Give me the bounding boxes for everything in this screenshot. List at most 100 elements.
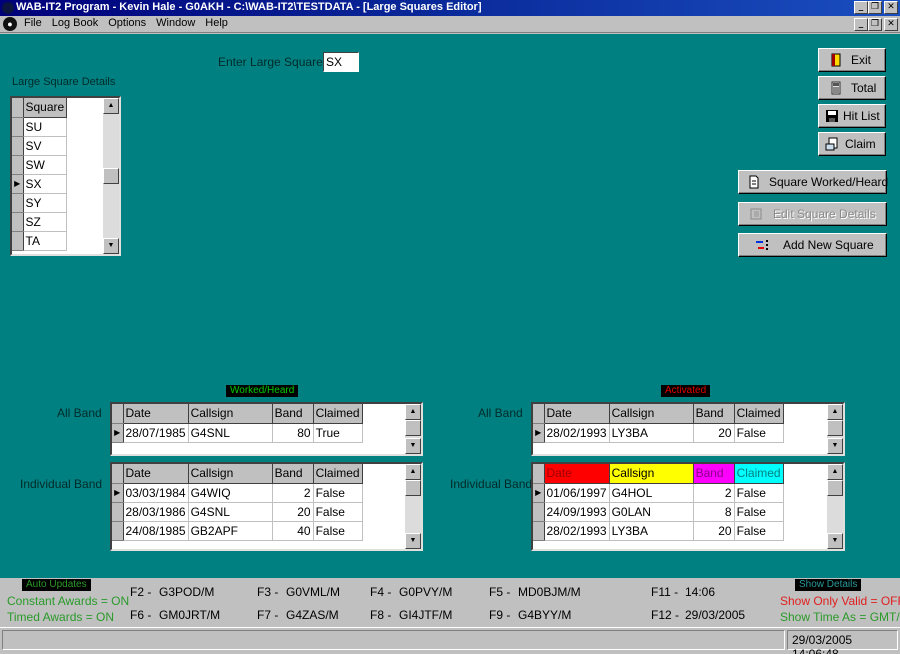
column-header-claimed[interactable]: Claimed — [313, 464, 363, 484]
hotkey-value[interactable]: MD0BJM/M — [518, 585, 581, 599]
square-cell[interactable]: SZ — [23, 212, 68, 232]
menu-log-book[interactable]: Log Book — [52, 17, 98, 29]
hotkey-value[interactable]: 14:06 — [685, 585, 715, 599]
row-selector[interactable]: ▶ — [533, 483, 545, 503]
column-header-callsign[interactable]: Callsign — [609, 404, 694, 424]
scroll-thumb[interactable] — [405, 480, 421, 496]
date-cell[interactable]: 28/02/1993 — [544, 423, 610, 443]
column-header-date[interactable]: Date — [544, 404, 610, 424]
callsign-cell[interactable]: G0LAN — [609, 502, 694, 522]
column-header-claimed[interactable]: Claimed — [734, 464, 784, 484]
callsign-cell[interactable]: LY3BA — [609, 423, 694, 443]
close-button[interactable]: ✕ — [884, 1, 898, 14]
claim-button[interactable]: Claim — [818, 132, 886, 156]
row-selector[interactable] — [533, 521, 545, 541]
callsign-cell[interactable]: G4WIQ — [188, 483, 273, 503]
column-header-date[interactable]: Date — [544, 464, 610, 484]
square-row[interactable]: SU — [12, 117, 68, 137]
app-icon[interactable] — [2, 2, 14, 14]
column-header-callsign[interactable]: Callsign — [609, 464, 694, 484]
worked-individual-band-grid[interactable]: Date Callsign Band Claimed ▶ 03/03/1984 G4WIQ 2… — [110, 462, 423, 551]
square-row[interactable]: SZ — [12, 212, 68, 232]
worked-individual-scrollbar[interactable]: ▲ ▼ — [405, 464, 421, 549]
column-header-square[interactable]: Square — [23, 98, 68, 118]
date-cell[interactable]: 28/07/1985 — [123, 423, 189, 443]
row-selector[interactable]: ▶ — [112, 423, 124, 443]
row-selector[interactable] — [12, 117, 24, 137]
claimed-cell[interactable]: True — [313, 423, 363, 443]
row-selector[interactable] — [533, 502, 545, 522]
log-row[interactable]: ▶ 28/02/1993 LY3BA 20 False — [533, 423, 784, 443]
scroll-thumb[interactable] — [827, 420, 843, 436]
column-header-band[interactable]: Band — [693, 404, 735, 424]
date-cell[interactable]: 24/09/1993 — [544, 502, 610, 522]
square-cell[interactable]: SY — [23, 193, 68, 213]
hotkey-value[interactable]: 29/03/2005 — [685, 608, 745, 622]
square-row[interactable]: SV — [12, 136, 68, 156]
row-selector[interactable] — [12, 193, 24, 213]
mdi-minimize-button[interactable]: _ — [854, 18, 868, 31]
square-worked-heard-button[interactable]: Square Worked/Heard — [738, 170, 888, 194]
exit-button[interactable]: Exit — [818, 48, 886, 72]
callsign-cell[interactable]: G4HOL — [609, 483, 694, 503]
minimize-button[interactable]: _ — [854, 1, 868, 14]
claimed-cell[interactable]: False — [734, 521, 784, 541]
activated-all-scrollbar[interactable]: ▲ ▼ — [827, 404, 843, 454]
log-row[interactable]: ▶ 28/07/1985 G4SNL 80 True — [112, 423, 363, 443]
scroll-thumb[interactable] — [103, 168, 119, 184]
band-cell[interactable]: 20 — [693, 521, 735, 541]
claimed-cell[interactable]: False — [734, 502, 784, 522]
square-cell[interactable]: TA — [23, 231, 68, 251]
scroll-up-arrow[interactable]: ▲ — [103, 98, 119, 114]
total-button[interactable]: Total — [818, 76, 886, 100]
square-cell[interactable]: SW — [23, 155, 68, 175]
menu-options[interactable]: Options — [108, 17, 146, 29]
squares-grid[interactable]: Square SU SV SW ▶ SX SY SZ TA ▲ ▼ — [10, 96, 121, 256]
scroll-up-arrow[interactable]: ▲ — [827, 464, 843, 480]
date-cell[interactable]: 28/02/1993 — [544, 521, 610, 541]
hotkey-value[interactable]: G0VML/M — [286, 585, 340, 599]
menu-window[interactable]: Window — [156, 17, 195, 29]
log-row[interactable]: 28/03/1986 G4SNL 20 False — [112, 502, 363, 522]
scroll-up-arrow[interactable]: ▲ — [405, 464, 421, 480]
log-row[interactable]: 24/09/1993 G0LAN 8 False — [533, 502, 784, 522]
column-header-callsign[interactable]: Callsign — [188, 404, 273, 424]
row-selector[interactable] — [12, 136, 24, 156]
row-selector[interactable] — [112, 502, 124, 522]
column-header-band[interactable]: Band — [693, 464, 735, 484]
column-header-date[interactable]: Date — [123, 404, 189, 424]
band-cell[interactable]: 2 — [272, 483, 314, 503]
row-selector[interactable]: ▶ — [112, 483, 124, 503]
square-row[interactable]: SW — [12, 155, 68, 175]
scroll-thumb[interactable] — [827, 480, 843, 496]
column-header-callsign[interactable]: Callsign — [188, 464, 273, 484]
row-selector[interactable] — [12, 155, 24, 175]
scroll-down-arrow[interactable]: ▼ — [103, 238, 119, 254]
scroll-down-arrow[interactable]: ▼ — [827, 533, 843, 549]
square-cell[interactable]: SV — [23, 136, 68, 156]
row-selector[interactable] — [12, 212, 24, 232]
scroll-down-arrow[interactable]: ▼ — [405, 438, 421, 454]
mdi-close-button[interactable]: ✕ — [884, 18, 898, 31]
square-row[interactable]: TA — [12, 231, 68, 251]
date-cell[interactable]: 01/06/1997 — [544, 483, 610, 503]
menu-file[interactable]: File — [24, 17, 42, 29]
row-selector[interactable] — [12, 231, 24, 251]
callsign-cell[interactable]: LY3BA — [609, 521, 694, 541]
band-cell[interactable]: 2 — [693, 483, 735, 503]
claimed-cell[interactable]: False — [734, 423, 784, 443]
scroll-down-arrow[interactable]: ▼ — [827, 438, 843, 454]
claimed-cell[interactable]: False — [313, 502, 363, 522]
callsign-cell[interactable]: G4SNL — [188, 423, 273, 443]
worked-all-scrollbar[interactable]: ▲ ▼ — [405, 404, 421, 454]
claimed-cell[interactable]: False — [313, 483, 363, 503]
scroll-down-arrow[interactable]: ▼ — [405, 533, 421, 549]
column-header-date[interactable]: Date — [123, 464, 189, 484]
band-cell[interactable]: 8 — [693, 502, 735, 522]
square-cell[interactable]: SX — [23, 174, 68, 194]
row-selector[interactable]: ▶ — [12, 174, 24, 194]
large-square-input[interactable]: SX — [323, 52, 359, 72]
hit-list-button[interactable]: Hit List — [818, 104, 886, 128]
column-header-claimed[interactable]: Claimed — [734, 404, 784, 424]
menu-help[interactable]: Help — [205, 17, 228, 29]
